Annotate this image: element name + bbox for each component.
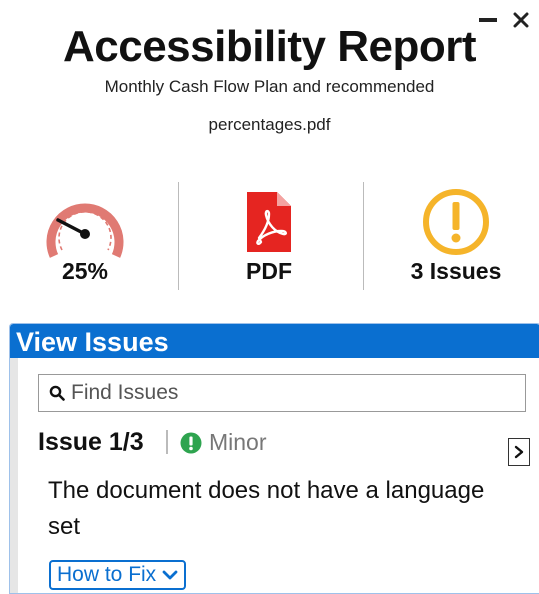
chevron-right-icon — [514, 445, 524, 459]
issues-stat: 3 Issues — [386, 180, 526, 284]
file-name-line-1: Monthly Cash Flow Plan and recommended — [104, 77, 435, 96]
panel-heading: View Issues — [10, 324, 539, 358]
issue-header: Issue 1/3 Minor — [38, 426, 538, 466]
issue-description: The document does not have a language se… — [48, 477, 485, 540]
search-box — [38, 374, 526, 412]
issues-panel: View Issues Issue 1/3 Minor T — [9, 323, 539, 594]
divider — [178, 182, 179, 290]
divider — [363, 182, 364, 290]
issues-count: 3 Issues — [410, 258, 502, 284]
next-issue-button[interactable] — [508, 438, 530, 466]
search-input[interactable] — [71, 381, 491, 405]
score-stat: 25% — [15, 180, 155, 284]
summary-stats: 25% PDF 3 Issues — [0, 180, 539, 292]
file-type-stat: PDF — [199, 180, 339, 284]
score-value: 25% — [61, 258, 109, 284]
issue-counter: Issue 1/3 — [38, 428, 144, 456]
pdf-file-icon — [247, 192, 291, 252]
how-to-fix-button[interactable]: How to Fix — [49, 560, 187, 590]
chevron-down-icon — [162, 570, 178, 580]
how-to-fix-label: How to Fix — [57, 563, 157, 586]
search-icon — [49, 385, 65, 401]
panel-body: Issue 1/3 Minor The document does not ha… — [10, 358, 539, 593]
warning-icon — [423, 189, 489, 255]
report-title: Accessibility Report — [62, 22, 477, 71]
file-type-value: PDF — [246, 258, 292, 284]
gauge-icon — [46, 203, 124, 258]
file-name-line-2: percentages.pdf — [208, 115, 331, 134]
minor-severity-icon — [180, 432, 202, 454]
divider — [166, 430, 168, 454]
file-name: Monthly Cash Flow Plan and recommended p… — [60, 76, 479, 136]
severity-label: Minor — [209, 429, 267, 455]
